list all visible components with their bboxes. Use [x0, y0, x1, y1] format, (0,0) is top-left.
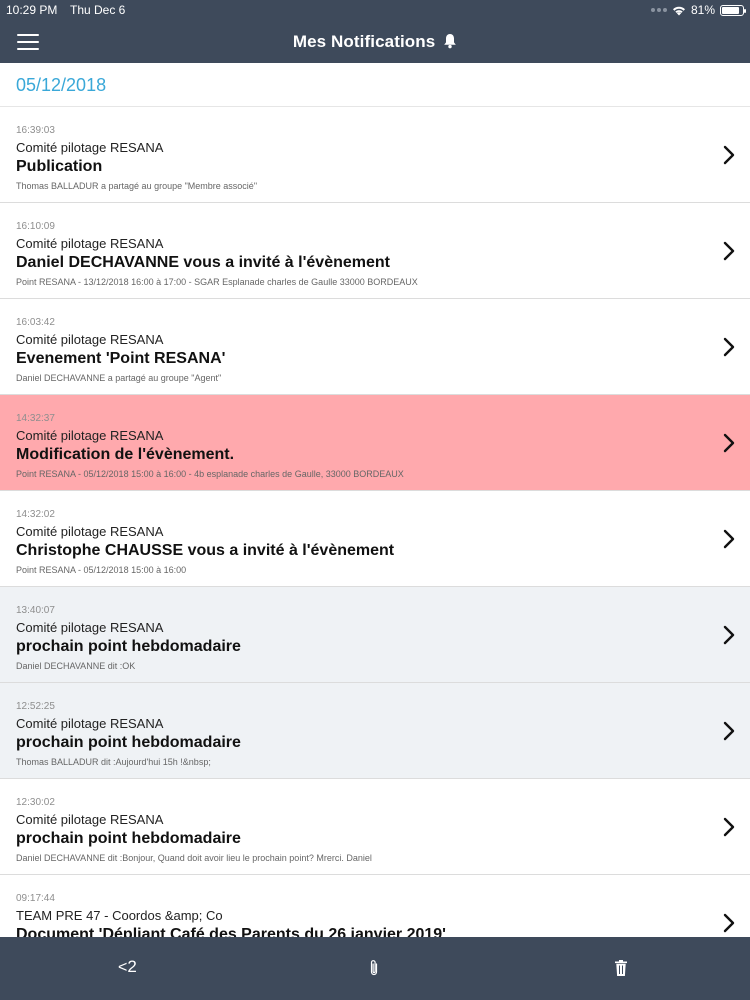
- notification-group: TEAM PRE 47 - Coordos &amp; Co: [16, 908, 223, 923]
- back-button[interactable]: <2: [118, 957, 137, 977]
- notification-group: Comité pilotage RESANA: [16, 620, 164, 635]
- status-date: Thu Dec 6: [70, 3, 126, 17]
- chevron-right-icon: [723, 817, 735, 837]
- wifi-icon: [672, 6, 685, 15]
- notification-detail: Point RESANA - 05/12/2018 15:00 à 16:00: [16, 565, 187, 575]
- notification-title: prochain point hebdomadaire: [16, 638, 241, 655]
- back-count: 2: [127, 957, 137, 976]
- notification-title: Modification de l'évènement.: [16, 446, 235, 463]
- section-date: 05/12/2018: [16, 75, 107, 95]
- notification-title: Evenement 'Point RESANA': [16, 350, 226, 367]
- nav-bar: Mes Notifications: [0, 20, 750, 63]
- status-bar: 10:29 PM Thu Dec 6 81%: [0, 0, 750, 20]
- notification-row[interactable]: 09:17:44 TEAM PRE 47 - Coordos &amp; Co Do…: [0, 875, 750, 937]
- trash-icon[interactable]: [614, 959, 628, 977]
- notification-title: prochain point hebdomadaire: [16, 830, 241, 847]
- notification-row[interactable]: 14:32:37 Comité pilotage RESANA Modificati…: [0, 395, 750, 491]
- notification-group: Comité pilotage RESANA: [16, 716, 164, 731]
- notification-detail: Daniel DECHAVANNE dit :OK: [16, 661, 136, 671]
- notification-detail: Thomas BALLADUR dit :Aujourd'hui 15h !&n…: [16, 757, 211, 767]
- battery-percent: 81%: [690, 3, 715, 17]
- notification-title: Christophe CHAUSSE vous a invité à l'évè…: [16, 542, 395, 559]
- page-title: Mes Notifications: [0, 32, 750, 52]
- notification-time: 14:32:02: [16, 509, 55, 520]
- notification-list: 16:39:03 Comité pilotage RESANA Publicatio…: [0, 107, 750, 937]
- notification-detail: Point RESANA - 05/12/2018 15:00 à 16:00 …: [16, 469, 404, 479]
- bell-icon: [444, 34, 456, 49]
- signal-icon: [650, 8, 667, 12]
- notification-detail: Point RESANA - 13/12/2018 16:00 à 17:00 …: [16, 277, 418, 287]
- notification-title: Document 'Dépliant Café des Parents du 2…: [16, 926, 446, 937]
- notification-group: Comité pilotage RESANA: [16, 332, 164, 347]
- chevron-right-icon: [723, 433, 735, 453]
- notification-time: 16:10:09: [16, 221, 55, 232]
- notification-group: Comité pilotage RESANA: [16, 236, 164, 251]
- notification-time: 12:52:25: [16, 701, 55, 712]
- notification-row[interactable]: 13:40:07 Comité pilotage RESANA prochain p…: [0, 587, 750, 683]
- chevron-right-icon: [723, 913, 735, 933]
- chevron-right-icon: [723, 241, 735, 261]
- notification-time: 16:03:42: [16, 317, 55, 328]
- notification-title: prochain point hebdomadaire: [16, 734, 241, 751]
- notification-time: 16:39:03: [16, 125, 55, 136]
- notification-time: 12:30:02: [16, 797, 55, 808]
- paperclip-icon[interactable]: [368, 959, 380, 977]
- notification-group: Comité pilotage RESANA: [16, 812, 164, 827]
- chevron-right-icon: [723, 529, 735, 549]
- notification-row[interactable]: 14:32:02 Comité pilotage RESANA Christophe…: [0, 491, 750, 587]
- notification-detail: Thomas BALLADUR a partagé au groupe "Mem…: [16, 181, 258, 191]
- notification-group: Comité pilotage RESANA: [16, 524, 164, 539]
- notification-detail: Daniel DECHAVANNE dit :Bonjour, Quand do…: [16, 853, 372, 863]
- notification-group: Comité pilotage RESANA: [16, 428, 164, 443]
- notification-title: Publication: [16, 158, 103, 175]
- notification-detail: Daniel DECHAVANNE a partagé au groupe "A…: [16, 373, 222, 383]
- chevron-right-icon: [723, 625, 735, 645]
- page-title-text: Mes Notifications: [292, 32, 436, 51]
- notification-row[interactable]: 12:52:25 Comité pilotage RESANA prochain p…: [0, 683, 750, 779]
- notification-time: 09:17:44: [16, 893, 55, 904]
- battery-icon: [720, 4, 746, 16]
- date-section-header: 05/12/2018: [0, 63, 750, 107]
- notification-row[interactable]: 16:03:42 Comité pilotage RESANA Evenement …: [0, 299, 750, 395]
- notification-group: Comité pilotage RESANA: [16, 140, 164, 155]
- notification-row[interactable]: 12:30:02 Comité pilotage RESANA prochain p…: [0, 779, 750, 875]
- status-right: 81%: [650, 3, 746, 17]
- notification-row[interactable]: 16:39:03 Comité pilotage RESANA Publicatio…: [0, 107, 750, 203]
- chevron-right-icon: [723, 145, 735, 165]
- chevron-right-icon: [723, 721, 735, 741]
- notification-row[interactable]: 16:10:09 Comité pilotage RESANA Daniel DEC…: [0, 203, 750, 299]
- notification-title: Daniel DECHAVANNE vous a invité à l'évèn…: [16, 254, 390, 271]
- chevron-left-icon: <: [118, 959, 128, 976]
- chevron-right-icon: [723, 337, 735, 357]
- status-time: 10:29 PM: [6, 3, 58, 17]
- bottom-toolbar: <2: [0, 937, 750, 1000]
- notification-time: 14:32:37: [16, 413, 55, 424]
- notification-time: 13:40:07: [16, 605, 55, 616]
